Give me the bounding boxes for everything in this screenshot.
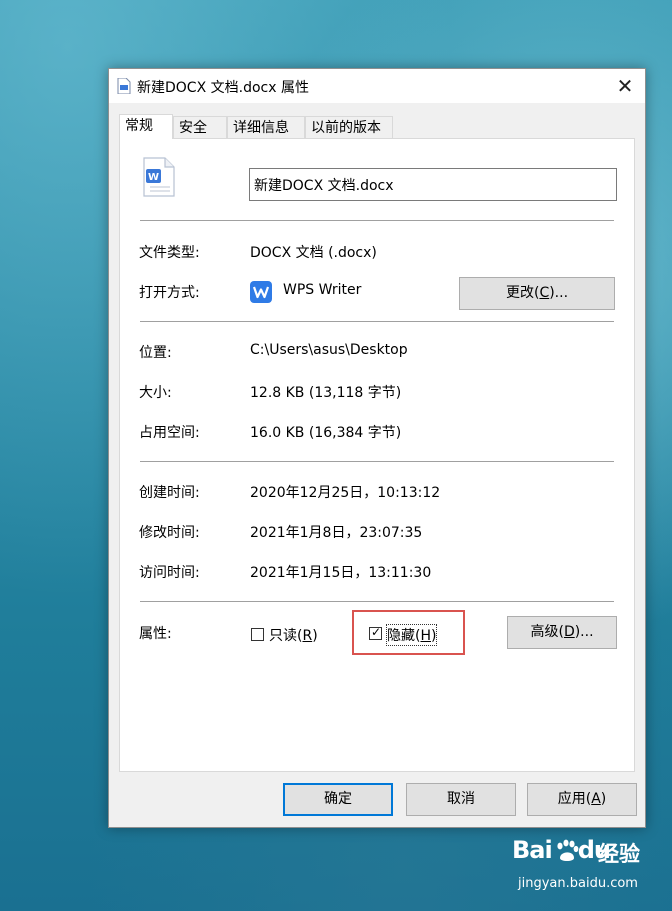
filename-input[interactable]: [249, 168, 617, 201]
svg-text:W: W: [148, 172, 159, 183]
location-label: 位置:: [139, 345, 172, 361]
created-value: 2020年12月25日，10:13:12: [250, 485, 441, 501]
file-type-value: DOCX 文档 (.docx): [250, 245, 377, 261]
readonly-checkbox[interactable]: [251, 628, 264, 641]
tab-general[interactable]: 常规: [119, 114, 173, 139]
close-button[interactable]: ✕: [605, 69, 645, 103]
readonly-label[interactable]: 只读(R): [269, 625, 318, 645]
separator: [140, 220, 614, 221]
title-bar[interactable]: 新建DOCX 文档.docx 属性 ✕: [109, 69, 645, 103]
baidu-jingyan-watermark: Bai du 经验 jingyan.baidu.com: [512, 836, 662, 896]
opens-with-value: WPS Writer: [283, 282, 362, 298]
hidden-checkbox[interactable]: ✓: [369, 625, 382, 640]
separator: [140, 321, 614, 322]
advanced-button[interactable]: 高级(D)...: [507, 616, 617, 649]
window-title: 新建DOCX 文档.docx 属性: [137, 80, 309, 96]
size-label: 大小:: [139, 385, 172, 401]
size-on-disk-label: 占用空间:: [139, 425, 200, 441]
tab-previous-versions[interactable]: 以前的版本: [305, 116, 393, 138]
cancel-button[interactable]: 取消: [406, 783, 516, 816]
check-icon: ✓: [371, 625, 382, 639]
size-on-disk-value: 16.0 KB (16,384 字节): [250, 425, 402, 441]
tab-details[interactable]: 详细信息: [227, 116, 305, 138]
general-tab-panel: W 文件类型: DOCX 文档 (.docx) 打开方式: WPS Writer…: [119, 138, 635, 772]
separator: [140, 461, 614, 462]
document-icon: [117, 78, 131, 94]
attributes-label: 属性:: [139, 626, 172, 642]
apply-button[interactable]: 应用(A): [527, 783, 637, 816]
created-label: 创建时间:: [139, 485, 200, 501]
separator: [140, 601, 614, 602]
opens-with-label: 打开方式:: [139, 285, 200, 301]
file-type-label: 文件类型:: [139, 245, 200, 261]
change-button[interactable]: 更改(C)...: [459, 277, 615, 310]
modified-value: 2021年1月8日，23:07:35: [250, 525, 423, 541]
watermark-url: jingyan.baidu.com: [518, 876, 638, 891]
tab-security[interactable]: 安全: [173, 116, 227, 138]
modified-label: 修改时间:: [139, 525, 200, 541]
watermark-cn: 经验: [598, 842, 640, 866]
location-value: C:\Users\asus\Desktop: [250, 342, 408, 358]
wps-writer-icon: [250, 281, 272, 303]
properties-dialog: 新建DOCX 文档.docx 属性 ✕ 常规 安全 详细信息 以前的版本 W 文…: [108, 68, 646, 828]
wps-document-icon: W: [143, 157, 175, 197]
ok-button[interactable]: 确定: [283, 783, 393, 816]
size-value: 12.8 KB (13,118 字节): [250, 385, 402, 401]
accessed-label: 访问时间:: [139, 565, 200, 581]
hidden-label[interactable]: 隐藏(H): [385, 624, 438, 646]
paw-icon: [557, 839, 579, 861]
accessed-value: 2021年1月15日，13:11:30: [250, 565, 432, 581]
